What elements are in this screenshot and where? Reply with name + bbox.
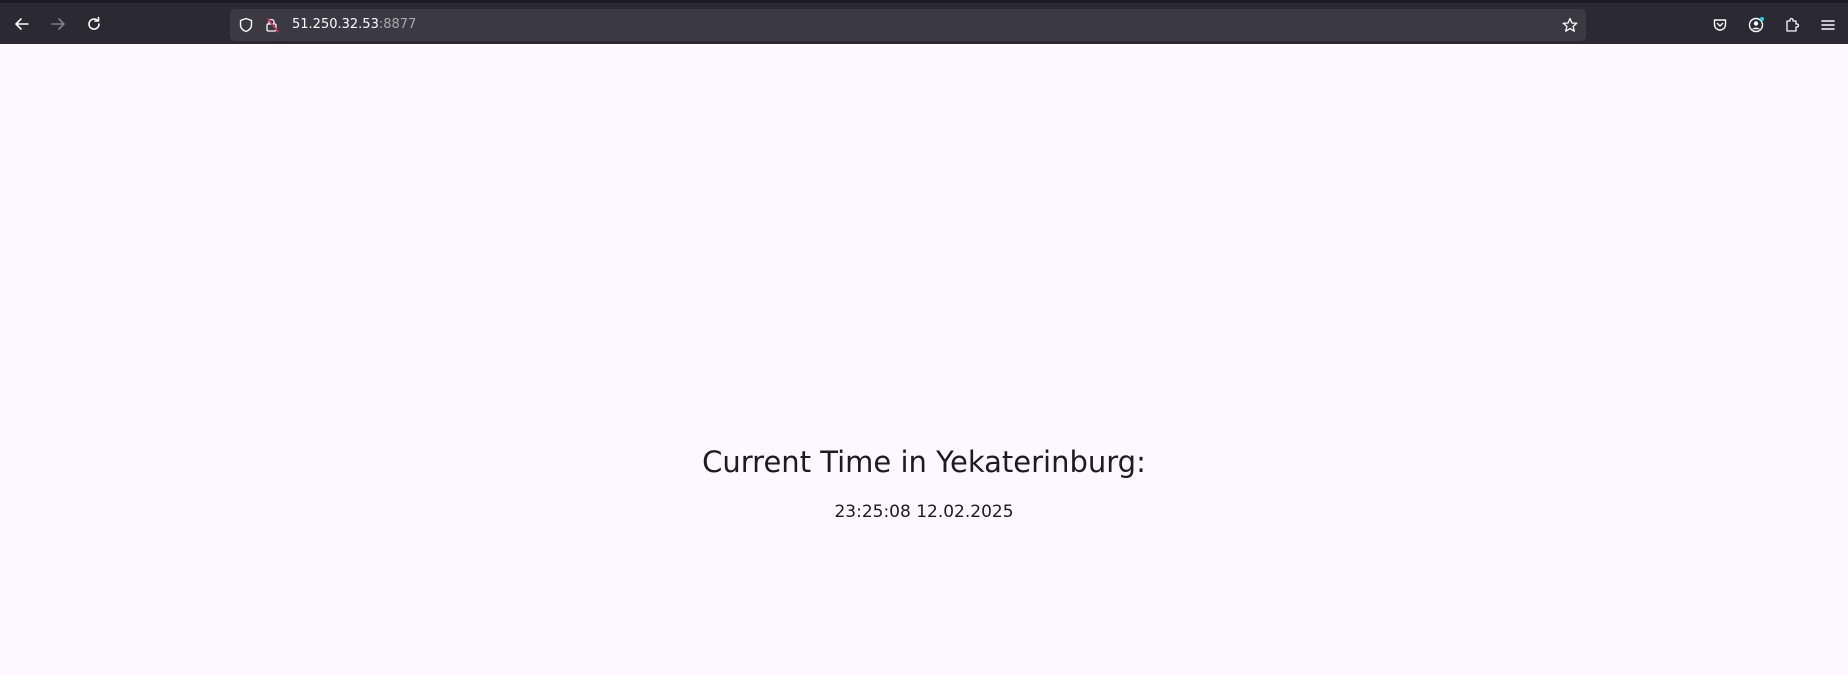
puzzle-icon xyxy=(1786,17,1800,32)
url-text[interactable]: 51.250.32.53:8877 xyxy=(292,16,416,34)
shield-icon[interactable] xyxy=(238,17,254,33)
menu-button[interactable] xyxy=(1818,15,1838,35)
browser-window: 51.250.32.53:8877 Current Time in Yekate… xyxy=(0,0,1848,675)
account-button[interactable] xyxy=(1746,15,1766,35)
url-port: :8877 xyxy=(378,17,417,32)
current-time-value: 23:25:08 12.02.2025 xyxy=(834,502,1014,522)
arrow-right-icon xyxy=(51,18,65,30)
lock-warning-icon[interactable] xyxy=(264,17,280,33)
forward-button[interactable] xyxy=(46,12,70,36)
browser-toolbar: 51.250.32.53:8877 xyxy=(0,0,1848,44)
back-button[interactable] xyxy=(10,12,34,36)
url-bar[interactable]: 51.250.32.53:8877 xyxy=(230,9,1586,41)
pocket-icon xyxy=(1713,19,1727,31)
reload-button[interactable] xyxy=(82,12,106,36)
hamburger-menu-icon xyxy=(1821,20,1835,30)
pocket-button[interactable] xyxy=(1710,15,1730,35)
page-content xyxy=(0,44,1848,675)
account-icon xyxy=(1748,17,1764,33)
star-icon[interactable] xyxy=(1562,17,1578,33)
reload-icon xyxy=(88,16,100,30)
page-heading: Current Time in Yekaterinburg: xyxy=(702,445,1146,479)
url-host: 51.250.32.53 xyxy=(292,17,379,32)
arrow-left-icon xyxy=(15,18,29,30)
extensions-button[interactable] xyxy=(1782,15,1802,35)
